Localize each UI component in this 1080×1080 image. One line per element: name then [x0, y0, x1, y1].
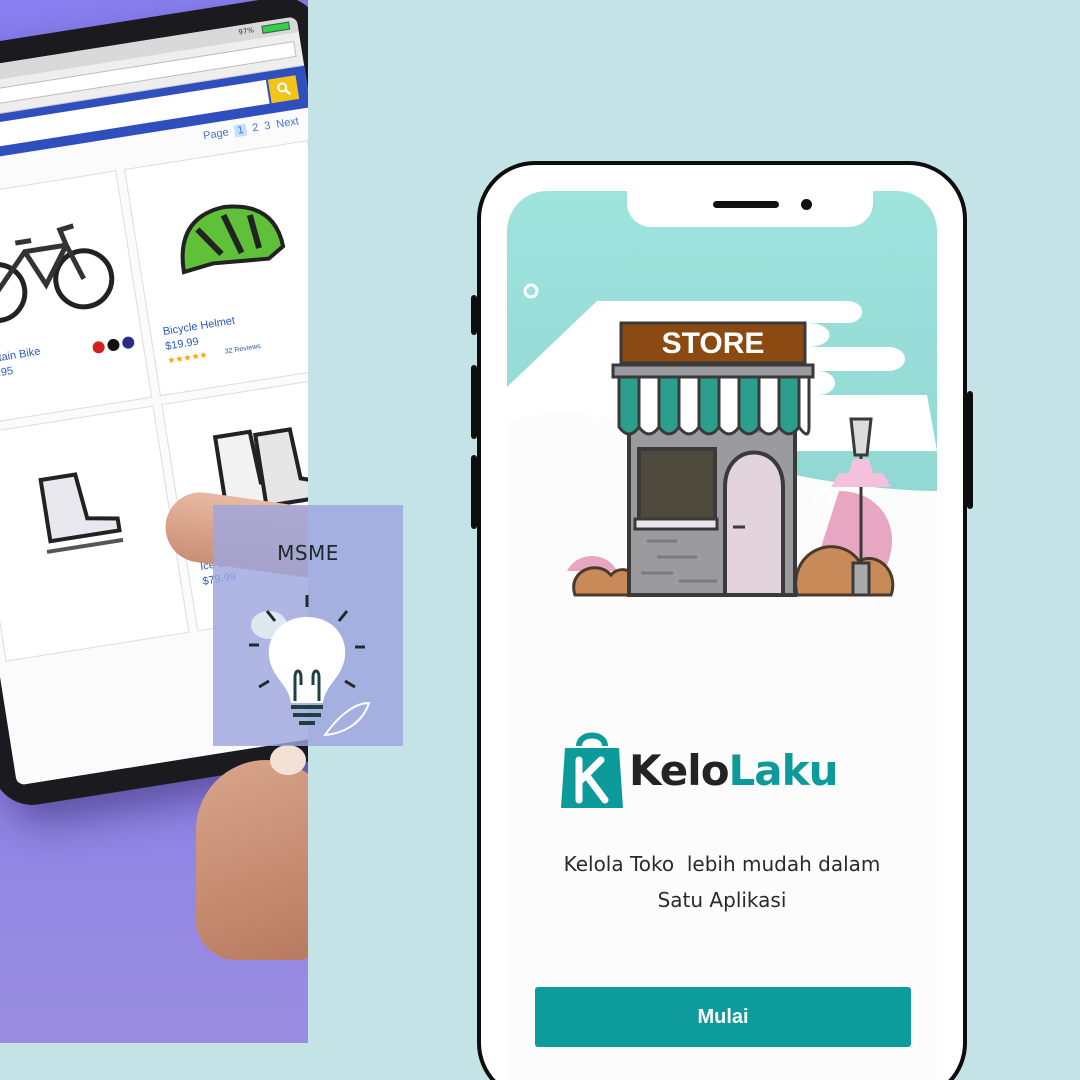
fingernail — [270, 745, 306, 775]
battery-icon — [261, 21, 291, 34]
review-count[interactable]: 32 Reviews — [224, 343, 261, 356]
swatch-red[interactable] — [91, 340, 106, 355]
app-screen: STORE KeloLaku Kelola Toko lebih mudah d… — [507, 191, 937, 1080]
page-link-1[interactable]: 1 — [233, 123, 248, 138]
product-name[interactable]: Bicycle Helmet — [162, 315, 236, 338]
helmet-icon — [180, 204, 286, 275]
color-swatches — [91, 335, 136, 355]
swatch-navy[interactable] — [121, 335, 136, 350]
lightbulb-icon — [249, 595, 371, 737]
search-icon — [277, 82, 292, 96]
product-price: $19.99 — [164, 335, 200, 353]
product-price: $290.95 — [0, 365, 14, 384]
phone-mute-switch — [471, 295, 477, 335]
bicycle-icon — [0, 223, 115, 324]
brand-logo: KeloLaku — [557, 726, 897, 816]
shopping-bag-k-icon — [561, 732, 623, 808]
speaker-grille — [713, 201, 779, 208]
battery-percent: 97% — [237, 26, 255, 37]
tagline-line-2: Satu Aplikasi — [657, 888, 787, 912]
front-camera — [801, 199, 812, 210]
brand-name: KeloLaku — [629, 746, 839, 795]
product-card-skate-left[interactable] — [0, 405, 190, 662]
phone-volume-up — [471, 365, 477, 439]
hand — [196, 760, 308, 960]
swatch-black[interactable] — [106, 338, 121, 352]
phone-device: STORE KeloLaku Kelola Toko lebih mudah d… — [471, 161, 973, 1080]
start-button[interactable]: Mulai — [535, 987, 911, 1047]
phone-notch — [627, 191, 873, 227]
page-link-3[interactable]: 3 — [263, 120, 271, 133]
brand-name-laku: Laku — [728, 746, 839, 795]
phone-power-button — [967, 391, 973, 509]
phone-volume-down — [471, 455, 477, 529]
tagline-line-1: Kelola Toko lebih mudah dalam — [563, 852, 881, 876]
product-card-bike[interactable]: Mountain Bike $290.95 — [0, 170, 153, 427]
page-link-next[interactable]: Next — [275, 115, 299, 130]
msme-badge: MSME — [213, 505, 403, 746]
page-link-2[interactable]: 2 — [252, 122, 260, 135]
tagline: Kelola Toko lebih mudah dalam Satu Aplik… — [527, 846, 917, 918]
msme-label: MSME — [277, 541, 339, 565]
store-illustration: STORE — [507, 191, 937, 611]
skate-icon — [38, 472, 124, 554]
brand-name-kelo: Kelo — [629, 746, 730, 795]
rating-stars: ★★★★★ — [166, 349, 209, 366]
product-card-helmet[interactable]: Bicycle Helmet $19.99 ★★★★★ 32 Reviews — [124, 140, 308, 397]
store-sign-text: STORE — [662, 327, 765, 360]
search-button[interactable] — [267, 75, 300, 104]
pagination-label: Page — [202, 126, 230, 143]
